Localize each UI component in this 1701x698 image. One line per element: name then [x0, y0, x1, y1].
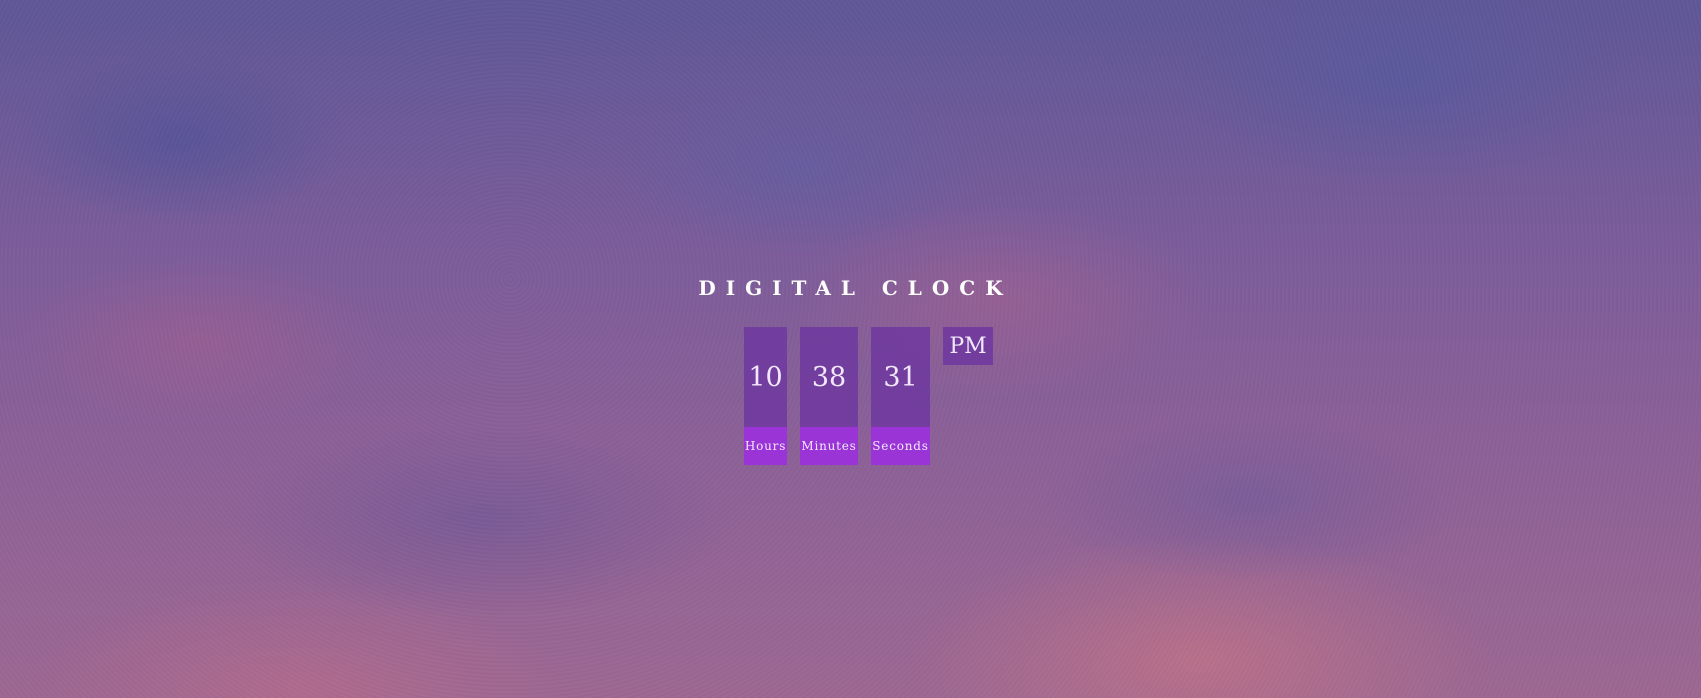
hours-label: Hours: [744, 427, 787, 465]
minutes-label: Minutes: [800, 427, 858, 465]
am-pm-indicator: PM: [943, 327, 993, 365]
minutes-value: 38: [800, 327, 858, 427]
hours-unit: 10 Hours: [744, 327, 787, 465]
minutes-unit: 38 Minutes: [800, 327, 858, 465]
seconds-unit: 31 Seconds: [871, 327, 930, 465]
digital-clock: 10 Hours 38 Minutes 31 Seconds PM: [0, 0, 1701, 698]
seconds-label: Seconds: [871, 427, 930, 465]
hours-value: 10: [744, 327, 787, 427]
seconds-value: 31: [871, 327, 930, 427]
